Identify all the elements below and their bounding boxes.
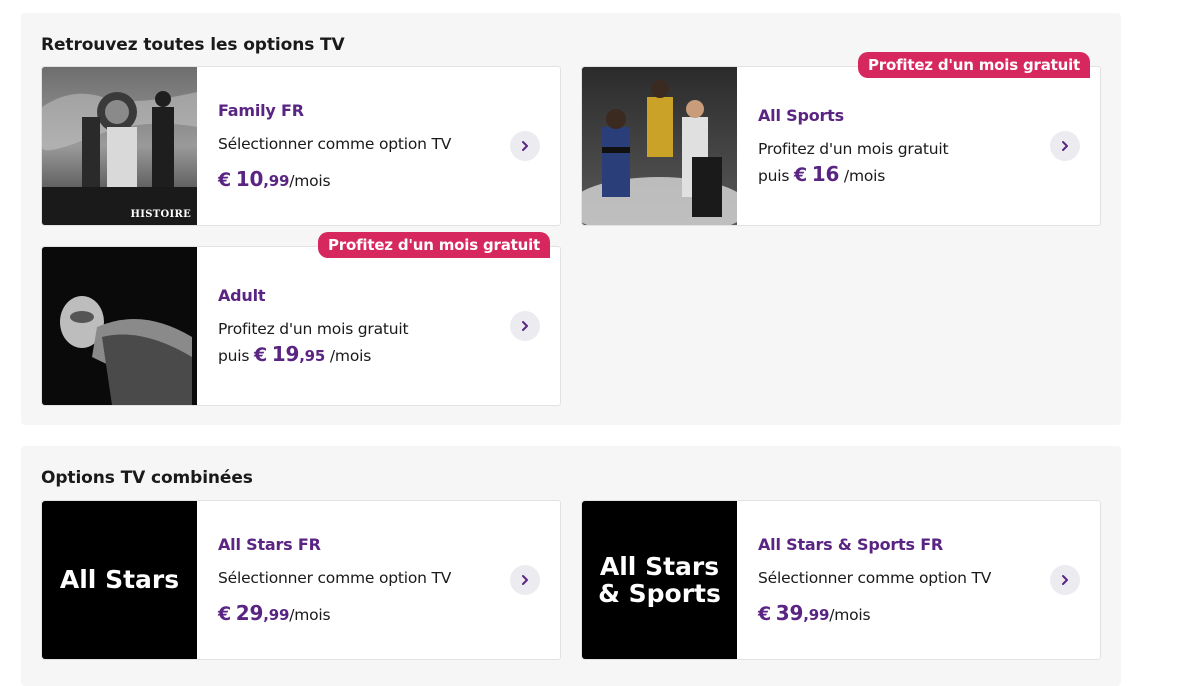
all-stars-sports-thumbnail: All Stars & Sports — [582, 501, 737, 659]
price-prefix: puis — [218, 347, 250, 365]
card-arrow-button[interactable] — [1050, 565, 1080, 595]
price-unit: /mois — [329, 347, 372, 365]
all-stars-sports-logo: All Stars & Sports — [582, 501, 737, 659]
option-card-all-stars-fr[interactable]: All Stars All Stars FR Sélectionner comm… — [41, 500, 561, 660]
price-integer: 39 — [775, 601, 804, 625]
option-card-all-sports[interactable]: Profitez d'un mois gratuit All Sports Pr… — [581, 52, 1101, 226]
promo-badge: Profitez d'un mois gratuit — [317, 232, 550, 258]
price-currency: € — [218, 603, 232, 625]
card-subtitle-wrap: Profitez d'un mois gratuit — [218, 320, 409, 338]
price-integer: 10 — [235, 167, 264, 191]
price-currency: € — [218, 169, 232, 191]
card-subtitle-wrap: Sélectionner comme option TV — [218, 569, 451, 587]
card-name-wrap: Family FR — [218, 101, 304, 120]
price-decimal: ,95 — [299, 347, 326, 365]
card-arrow-button[interactable] — [510, 565, 540, 595]
card-name: Family FR — [218, 101, 304, 120]
card-subtitle: Profitez d'un mois gratuit — [218, 320, 409, 338]
card-name: Adult — [218, 286, 266, 305]
chevron-right-icon — [522, 141, 528, 151]
family-fr-thumbnail: HISTOIRE — [42, 67, 197, 225]
section-title: Retrouvez toutes les options TV — [41, 35, 345, 55]
price-unit: /mois — [829, 606, 871, 624]
card-arrow-button[interactable] — [510, 131, 540, 161]
price-unit: /mois — [289, 172, 331, 190]
price-integer: 19 — [271, 342, 300, 366]
card-name: All Stars FR — [218, 535, 321, 554]
card-name: All Sports — [758, 106, 844, 125]
price-prefix: puis — [758, 167, 790, 185]
all-stars-logo: All Stars — [59, 565, 180, 595]
option-card-family-fr[interactable]: HISTOIRE Family FR Sélectionner comme op… — [41, 66, 561, 226]
price-currency: € — [758, 603, 772, 625]
card-price: € 39,99/mois — [758, 601, 871, 625]
chevron-right-icon — [522, 575, 528, 585]
card-subtitle-wrap: Profitez d'un mois gratuit — [758, 140, 949, 158]
combined-tv-options-section: Options TV combinées All Stars All Stars… — [21, 446, 1121, 686]
card-arrow-button[interactable] — [510, 311, 540, 341]
price-integer: 16 — [811, 162, 840, 186]
card-name-wrap: All Sports — [758, 106, 844, 125]
chevron-right-icon — [1062, 141, 1068, 151]
card-price: € 29,99/mois — [218, 601, 331, 625]
tv-options-section: Retrouvez toutes les options TV HISTOIRE… — [21, 13, 1121, 425]
card-name-wrap: All Stars FR — [218, 535, 321, 554]
card-subtitle: Sélectionner comme option TV — [218, 569, 452, 587]
card-subtitle: Sélectionner comme option TV — [758, 569, 992, 587]
card-subtitle-wrap: Sélectionner comme option TV — [758, 569, 991, 587]
all-sports-thumbnail — [582, 67, 737, 225]
all-stars-thumbnail: All Stars — [42, 501, 197, 659]
card-name-wrap: All Stars & Sports FR — [758, 535, 943, 554]
option-card-all-stars-sports-fr[interactable]: All Stars & Sports All Stars & Sports FR… — [581, 500, 1101, 660]
histoire-logo: HISTOIRE — [130, 209, 191, 220]
card-price: puis € 19,95 /mois — [218, 342, 371, 366]
card-name: All Stars & Sports FR — [758, 535, 944, 554]
adult-thumbnail — [42, 247, 197, 405]
card-arrow-button[interactable] — [1050, 131, 1080, 161]
card-subtitle-wrap: Sélectionner comme option TV — [218, 135, 451, 153]
card-name-wrap: Adult — [218, 286, 266, 305]
option-card-adult[interactable]: Profitez d'un mois gratuit Adult Profite… — [41, 232, 561, 406]
section-title: Options TV combinées — [41, 468, 253, 488]
logo-line-1: All Stars — [599, 551, 720, 581]
price-decimal: ,99 — [263, 606, 290, 624]
price-unit: /mois — [289, 606, 331, 624]
card-price: puis € 16 /mois — [758, 162, 885, 186]
card-subtitle: Profitez d'un mois gratuit — [758, 140, 949, 158]
card-subtitle: Sélectionner comme option TV — [218, 135, 452, 153]
logo-line-2: & Sports — [598, 579, 721, 608]
chevron-right-icon — [522, 321, 528, 331]
price-currency: € — [793, 164, 808, 186]
promo-badge: Profitez d'un mois gratuit — [857, 52, 1090, 78]
price-currency: € — [253, 344, 268, 366]
price-decimal: ,99 — [263, 172, 290, 190]
price-integer: 29 — [235, 601, 264, 625]
price-unit: /mois — [843, 167, 886, 185]
price-decimal: ,99 — [803, 606, 830, 624]
chevron-right-icon — [1062, 575, 1068, 585]
card-price: € 10,99/mois — [218, 167, 331, 191]
